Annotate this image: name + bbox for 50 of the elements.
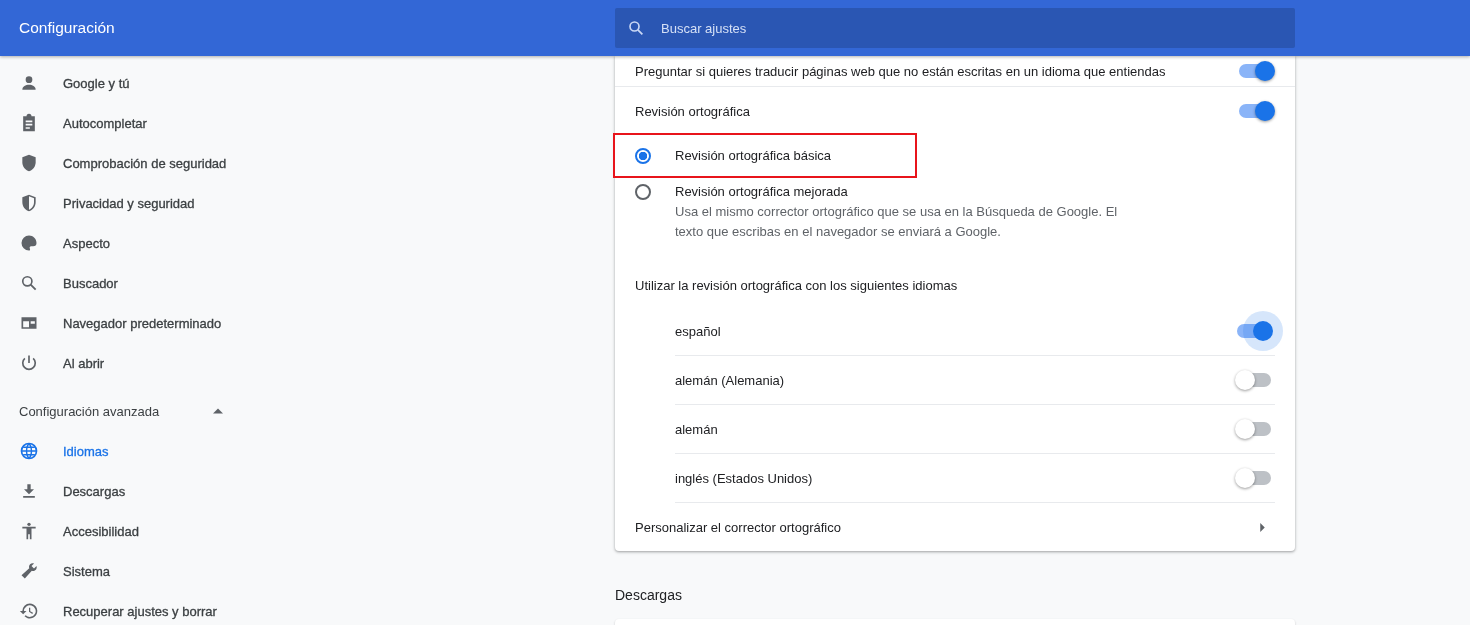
page-title: Configuración [19, 19, 115, 36]
menu-item-icon [19, 353, 39, 373]
sidebar-item[interactable]: Autocompletar [0, 103, 300, 143]
sidebar-item[interactable]: Privacidad y seguridad [0, 183, 300, 223]
menu-item-icon [19, 601, 39, 621]
sidebar-item[interactable]: Buscador [0, 263, 300, 303]
section-title: Descargas [615, 587, 682, 603]
chevron-icon [1260, 522, 1265, 532]
radio-button[interactable] [635, 148, 651, 164]
toggle-switch[interactable] [1235, 417, 1273, 441]
sidebar-item[interactable]: Comprobación de seguridad [0, 143, 300, 183]
language-label: español [675, 323, 721, 339]
toggle-switch[interactable] [1235, 368, 1273, 392]
option-description: Usa el mismo corrector ortográfico que se usa en la Búsqueda de Google. El texto que escribas en el navegador se enviará a Google. [675, 203, 1119, 241]
menu-item-icon [19, 193, 39, 213]
sidebar-item[interactable]: Accesibilidad [0, 511, 300, 551]
menu-item-icon [19, 521, 39, 541]
search-input[interactable]: Buscar ajustes [659, 19, 1263, 37]
search-icon [627, 19, 645, 37]
sidebar-item[interactable]: Recuperar ajustes y borrar [0, 591, 300, 625]
language-label: alemán [675, 421, 718, 437]
menu-item-icon [19, 153, 39, 173]
sidebar-item[interactable]: Aspecto [0, 223, 300, 263]
menu-item-icon [19, 561, 39, 581]
language-label: inglés (Estados Unidos) [675, 470, 813, 486]
toggle-switch[interactable] [1237, 59, 1275, 83]
sidebar-item[interactable]: Descargas [0, 471, 300, 511]
radio-button[interactable] [635, 184, 651, 200]
advanced-section-toggle[interactable]: Configuración avanzada [0, 391, 300, 431]
sidebar-item[interactable]: Google y tú [0, 63, 300, 103]
sidebar-item[interactable]: Idiomas [0, 431, 300, 471]
option-label: Revisión ortográfica básica [675, 148, 833, 163]
section-label: Utilizar la revisión ortográfica con los siguientes idiomas [635, 278, 958, 293]
menu-item-icon [19, 233, 39, 253]
menu-item-icon [19, 441, 39, 461]
menu-item-icon [19, 273, 39, 293]
toggle-switch[interactable] [1235, 466, 1273, 490]
sidebar-item[interactable]: Al abrir [0, 343, 300, 383]
language-label: alemán (Alemania) [675, 372, 785, 388]
search-field[interactable]: Buscar ajustes [615, 8, 1295, 48]
menu-item-icon [19, 73, 39, 93]
customize-spellcheck-link[interactable]: Personalizar el corrector ortográfico [615, 503, 1295, 551]
sidebar-item[interactable]: Navegador predeterminado [0, 303, 300, 343]
option-label: Revisión ortográfica mejorada [675, 184, 849, 199]
toggle-switch[interactable] [1235, 319, 1273, 343]
sidebar-item[interactable]: Sistema [0, 551, 300, 591]
setting-label: Preguntar si quieres traducir páginas web que no están escritas en un idioma que entiendas [635, 63, 1166, 79]
caret-icon [213, 408, 223, 414]
toggle-switch[interactable] [1237, 99, 1275, 123]
setting-label: Revisión ortográfica [635, 103, 750, 119]
